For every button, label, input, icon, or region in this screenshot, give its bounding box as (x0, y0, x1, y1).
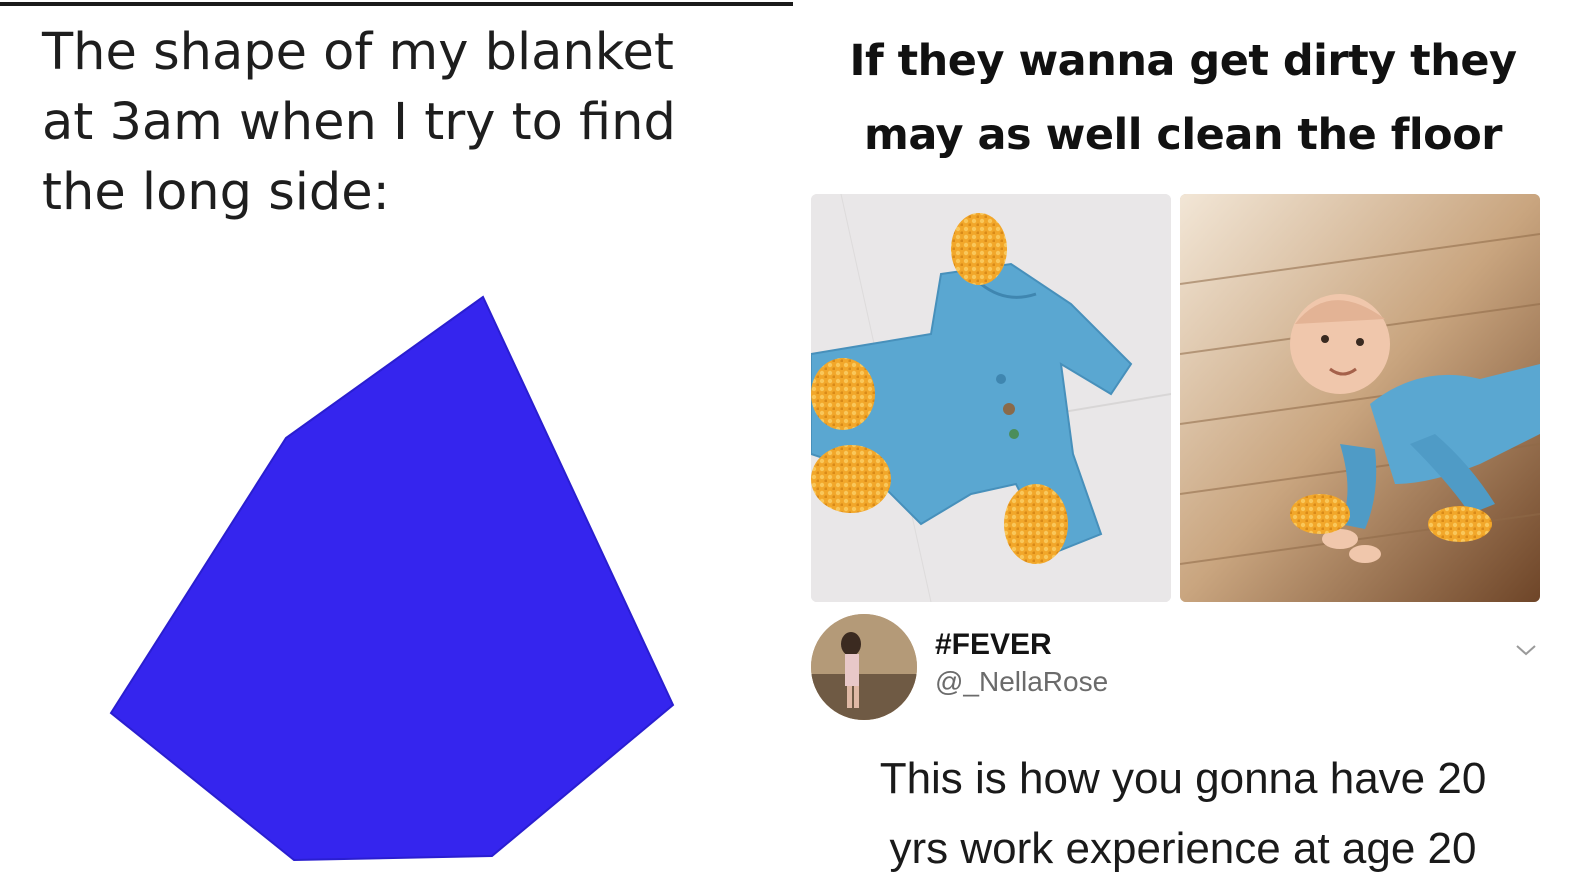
right-meme-panel: If they wanna get dirty they may as well… (795, 0, 1571, 896)
romper-flat-photo (811, 194, 1171, 602)
tweet-handle[interactable]: @_NellaRose (935, 666, 1108, 698)
tweet-text-line: This is how you gonna have 20 (879, 754, 1487, 803)
right-caption-line: may as well clean the floor (864, 110, 1502, 160)
blanket-shape-image (109, 295, 675, 862)
tweet-display-name[interactable]: #FEVER (935, 628, 1052, 662)
right-meme-caption: If they wanna get dirty they may as well… (795, 24, 1571, 172)
tweet-body: This is how you gonna have 20 yrs work e… (795, 744, 1571, 884)
chevron-down-icon[interactable] (1513, 640, 1539, 660)
baby-crawling-photo (1180, 194, 1540, 602)
tweet-text-line: yrs work experience at age 20 (889, 824, 1477, 873)
blanket-polygon (109, 295, 675, 862)
avatar[interactable] (811, 614, 917, 720)
left-meme-panel: The shape of my blanket at 3am when I tr… (0, 0, 795, 896)
right-caption-line: If they wanna get dirty they (849, 36, 1517, 86)
